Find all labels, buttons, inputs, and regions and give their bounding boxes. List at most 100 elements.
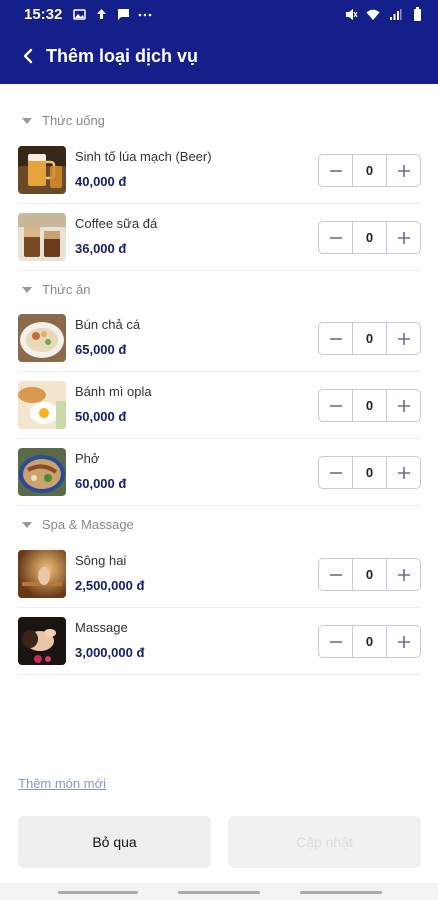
page-title: Thêm loại dịch vụ (46, 45, 199, 66)
more-icon (138, 7, 152, 21)
item-name: Massage (75, 620, 128, 635)
quantity-stepper: 0 (318, 154, 421, 187)
plus-icon (397, 332, 410, 345)
item-price: 3,000,000 đ (75, 645, 145, 660)
list-item: Phở 60,000 đ 0 (18, 439, 421, 506)
home-nav-icon[interactable] (178, 891, 260, 894)
minus-icon (329, 640, 342, 643)
massage-thumbnail (18, 617, 66, 665)
recents-nav-icon[interactable] (58, 891, 138, 894)
mute-icon (344, 7, 358, 21)
decrement-button[interactable] (319, 559, 352, 590)
minus-icon (329, 236, 342, 239)
update-button[interactable]: Cập nhật (228, 816, 421, 868)
quantity-value: 0 (352, 390, 387, 421)
quantity-value: 0 (352, 626, 387, 657)
minus-icon (329, 573, 342, 576)
quantity-stepper: 0 (318, 456, 421, 489)
pho-thumbnail (18, 448, 66, 496)
quantity-value: 0 (352, 222, 387, 253)
item-price: 36,000 đ (75, 241, 127, 256)
quantity-stepper: 0 (318, 322, 421, 355)
category-label: Thức ăn (42, 282, 91, 297)
decrement-button[interactable] (319, 155, 352, 186)
back-button[interactable] (16, 36, 40, 76)
plus-icon (397, 231, 410, 244)
minus-icon (329, 169, 342, 172)
caret-down-icon (22, 286, 32, 293)
quantity-stepper: 0 (318, 625, 421, 658)
increment-button[interactable] (387, 222, 420, 253)
increment-button[interactable] (387, 457, 420, 488)
plus-icon (397, 568, 410, 581)
minus-icon (329, 404, 342, 407)
decrement-button[interactable] (319, 222, 352, 253)
list-item: Bánh mì opla 50,000 đ 0 (18, 372, 421, 439)
caret-down-icon (22, 521, 32, 528)
signal-icon (388, 7, 402, 21)
item-price: 65,000 đ (75, 342, 127, 357)
quantity-value: 0 (352, 323, 387, 354)
decrement-button[interactable] (319, 626, 352, 657)
sauna-thumbnail (18, 550, 66, 598)
app-bar: Thêm loại dịch vụ (0, 28, 438, 84)
category-header-drinks[interactable]: Thức uống (22, 113, 105, 128)
plus-icon (397, 466, 410, 479)
minus-icon (329, 471, 342, 474)
list-item: Massage 3,000,000 đ 0 (18, 608, 421, 675)
quantity-stepper: 0 (318, 221, 421, 254)
category-header-food[interactable]: Thức ăn (22, 282, 90, 297)
increment-button[interactable] (387, 390, 420, 421)
item-price: 40,000 đ (75, 174, 127, 189)
skip-button[interactable]: Bỏ qua (18, 816, 211, 868)
plus-icon (397, 635, 410, 648)
increment-button[interactable] (387, 559, 420, 590)
decrement-button[interactable] (319, 323, 352, 354)
battery-icon (410, 7, 424, 21)
beer-thumbnail (18, 146, 66, 194)
quantity-stepper: 0 (318, 389, 421, 422)
item-name: Coffee sữa đá (75, 216, 158, 231)
increment-button[interactable] (387, 155, 420, 186)
noodle-thumbnail (18, 314, 66, 362)
status-bar: 15:32 (0, 0, 438, 28)
increment-button[interactable] (387, 626, 420, 657)
item-name: Bún chả cá (75, 317, 141, 332)
quantity-value: 0 (352, 559, 387, 590)
quantity-value: 0 (352, 155, 387, 186)
plus-icon (397, 164, 410, 177)
item-name: Sông hai (75, 553, 127, 568)
caret-down-icon (22, 117, 32, 124)
message-icon (116, 7, 130, 21)
upload-icon (94, 7, 108, 21)
chevron-left-icon (23, 48, 33, 64)
quantity-value: 0 (352, 457, 387, 488)
item-price: 50,000 đ (75, 409, 127, 424)
status-time: 15:32 (24, 5, 63, 23)
decrement-button[interactable] (319, 390, 352, 421)
category-label: Thức uống (42, 113, 105, 128)
minus-icon (329, 337, 342, 340)
list-item: Coffee sữa đá 36,000 đ 0 (18, 204, 421, 271)
photo-icon (72, 7, 86, 21)
quantity-stepper: 0 (318, 558, 421, 591)
category-label: Spa & Massage (42, 517, 134, 532)
item-price: 2,500,000 đ (75, 578, 145, 593)
system-nav-bar (0, 883, 438, 900)
list-item: Sông hai 2,500,000 đ 0 (18, 541, 421, 608)
list-item: Sinh tố lúa mạch (Beer) 40,000 đ 0 (18, 137, 421, 204)
category-header-spa[interactable]: Spa & Massage (22, 517, 134, 532)
decrement-button[interactable] (319, 457, 352, 488)
plus-icon (397, 399, 410, 412)
increment-button[interactable] (387, 323, 420, 354)
list-item: Bún chả cá 65,000 đ 0 (18, 305, 421, 372)
egg-bread-thumbnail (18, 381, 66, 429)
item-name: Phở (75, 451, 100, 466)
item-price: 60,000 đ (75, 476, 127, 491)
item-name: Sinh tố lúa mạch (Beer) (75, 149, 212, 164)
item-name: Bánh mì opla (75, 384, 152, 399)
coffee-thumbnail (18, 213, 66, 261)
back-nav-icon[interactable] (300, 891, 382, 894)
add-new-item-link[interactable]: Thêm món mới (18, 776, 106, 791)
wifi-icon (366, 7, 380, 21)
